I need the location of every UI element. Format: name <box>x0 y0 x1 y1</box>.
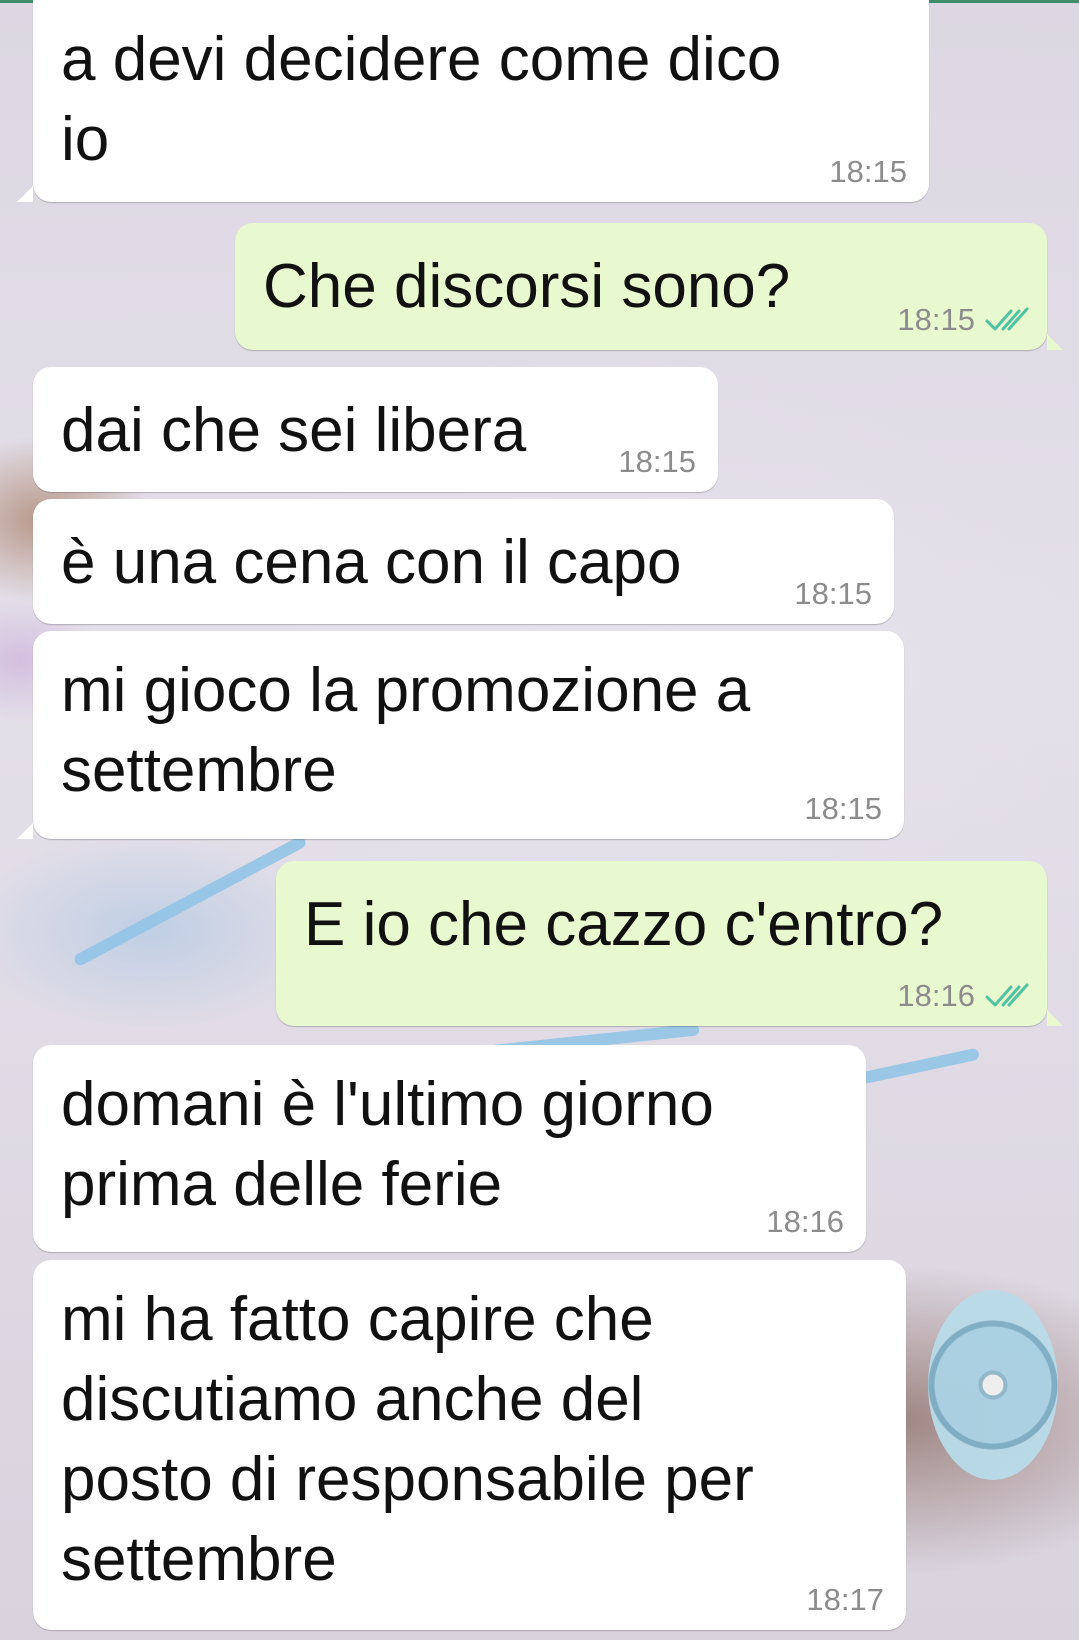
message-time: 18:15 <box>794 576 872 611</box>
message-text: è una cena con il capo <box>61 528 682 597</box>
message-bubble-incoming[interactable]: a devi decidere come dico io 18:15 <box>17 0 929 202</box>
message-time: 18:15 <box>618 444 696 479</box>
message-text: a devi decidere come dico io <box>61 25 782 174</box>
message-text: domani è l'ultimo giorno prima delle fer… <box>61 1070 714 1219</box>
message-bubble-outgoing[interactable]: E io che cazzo c'entro? 18:16 <box>276 861 1063 1026</box>
message-bubble-outgoing[interactable]: Che discorsi sono? 18:15 <box>235 223 1063 350</box>
message-text: mi gioco la promozione a settembre <box>61 656 751 805</box>
bubble-tail <box>17 823 33 839</box>
message-time: 18:16 <box>897 978 1029 1014</box>
message-time: 18:15 <box>897 302 1029 338</box>
message-time: 18:15 <box>829 154 907 189</box>
bubble-tail <box>17 186 33 202</box>
bubble-tail <box>1047 334 1063 350</box>
message-bubble-incoming[interactable]: domani è l'ultimo giorno prima delle fer… <box>33 1045 866 1252</box>
wallpaper-decoration <box>860 1047 980 1085</box>
message-bubble-incoming[interactable]: mi ha fatto capire che discutiamo anche … <box>33 1260 906 1630</box>
message-text: mi ha fatto capire che discutiamo anche … <box>61 1285 754 1594</box>
message-bubble-incoming[interactable]: mi gioco la promozione a settembre 18:15 <box>17 631 904 839</box>
wallpaper-wheel <box>928 1290 1058 1480</box>
message-bubble-incoming[interactable]: è una cena con il capo 18:15 <box>33 499 894 624</box>
message-text: E io che cazzo c'entro? <box>304 890 944 959</box>
message-time: 18:16 <box>766 1204 844 1239</box>
message-text: dai che sei libera <box>61 396 527 465</box>
message-time: 18:15 <box>804 791 882 826</box>
message-text: Che discorsi sono? <box>263 252 791 321</box>
message-time: 18:17 <box>806 1582 884 1617</box>
double-check-icon <box>985 307 1029 331</box>
double-check-icon <box>985 983 1029 1007</box>
message-bubble-incoming[interactable]: dai che sei libera 18:15 <box>33 367 718 492</box>
bubble-tail <box>1047 1010 1063 1026</box>
wallpaper-decoration <box>72 834 308 968</box>
